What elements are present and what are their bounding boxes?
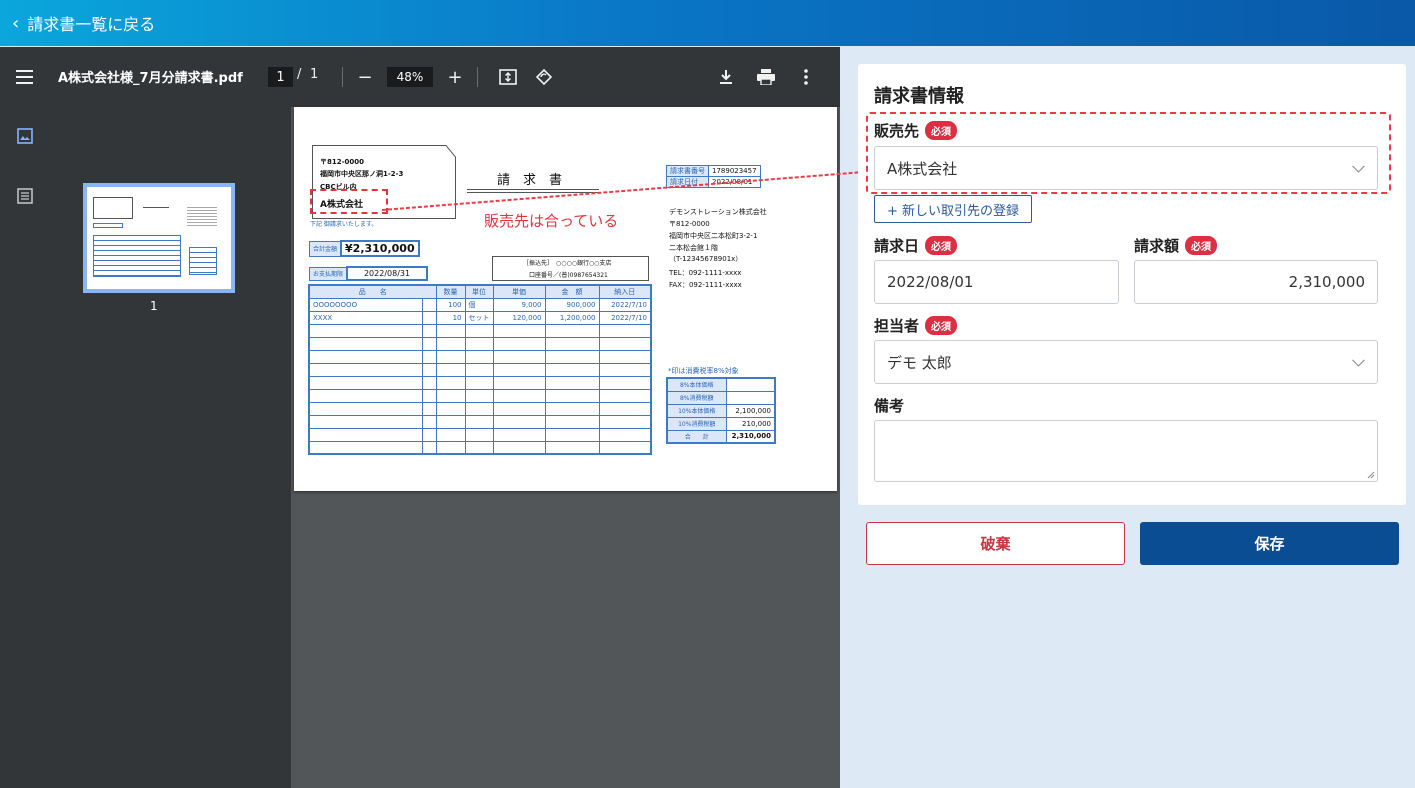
page-thumbnail[interactable] [83,183,235,293]
table-row [308,336,652,351]
table-row [308,414,652,429]
zoom-level[interactable]: 48% [387,67,433,87]
chevron-down-icon [1352,353,1365,367]
table-row [308,362,652,377]
required-badge: 必須 [925,236,958,255]
annotation-connector [381,171,865,211]
invoice-items-table: 品 名 数量 単位 単価 金 額 納入日 OOOOOOOO 100 個 9,00… [308,284,652,455]
top-bar: ‹ 請求書一覧に戻る [0,0,1415,46]
invoice-bank-1: ［振込先］ ○○○○銀行○○支店 [523,260,612,267]
issuer-line-4: 二本松会館１階 [669,244,718,252]
outline-view-icon[interactable] [17,188,33,208]
thumbnail-sidebar: 1 [0,107,291,788]
resize-handle-icon[interactable] [1367,471,1375,479]
person-select[interactable]: デモ 太郎 [874,340,1378,384]
issuer-line-2: 〒812-0000 [669,220,710,228]
toolbar-divider [342,67,343,87]
back-link[interactable]: 請求書一覧に戻る [27,11,155,35]
file-name: A株式会社様_7月分請求書.pdf [58,71,243,86]
page-separator: / [297,67,302,82]
pdf-viewer: A株式会社様_7月分請求書.pdf 1 / 1 − 48% + 1 〒812-0… [0,47,840,788]
zoom-in-icon[interactable]: + [443,65,467,89]
memo-textarea[interactable] [874,420,1378,482]
required-badge: 必須 [925,316,958,335]
more-options-icon[interactable] [794,65,818,89]
required-badge: 必須 [1185,236,1218,255]
table-row [308,323,652,338]
memo-label: 備考 [874,397,905,415]
date-input[interactable]: 2022/08/01 [874,260,1119,304]
invoice-bank-2: 口座番号／(普)0987654321 [529,272,608,279]
new-partner-button[interactable]: + 新しい取引先の登録 [874,195,1032,223]
page-number-input[interactable]: 1 [268,67,293,87]
amount-input[interactable]: 2,310,000 [1134,260,1378,304]
issuer-line-7: FAX：092-1111-xxxx [669,281,742,289]
thumbnail-view-icon[interactable] [17,128,33,148]
toolbar-divider [477,67,478,87]
annotation-box [310,189,388,214]
thumbnail-page-number: 1 [150,299,158,313]
table-row [308,375,652,390]
fit-page-icon[interactable] [496,65,520,89]
table-row [308,388,652,403]
rotate-icon[interactable] [532,65,556,89]
issuer-line-3: 福岡市中央区二本松町3-2-1 [669,232,758,240]
table-row [308,440,652,455]
table-row [308,349,652,364]
form-title: 請求書情報 [874,86,964,107]
invoice-summary-table: 8%本体価格 8%消費税額 10%本体価格 2,100,000 10%消費税額 21… [666,377,776,444]
zoom-out-icon[interactable]: − [353,65,377,89]
chevron-left-icon[interactable]: ‹ [12,13,19,34]
table-row [308,427,652,442]
print-icon[interactable] [754,65,778,89]
invoice-greeting: 下記 御請求いたします。 [310,221,378,228]
amount-label: 請求額 必須 [1134,235,1218,256]
pdf-page: 〒812-0000 福岡市中央区那ノ洞1-2-3 CBCビル内 A株式会社 下記… [294,107,837,491]
download-icon[interactable] [714,65,738,89]
date-label: 請求日 必須 [874,235,958,256]
issuer-line-5: （T-12345678901x） [669,255,743,263]
pdf-toolbar: A株式会社様_7月分請求書.pdf 1 / 1 − 48% + [0,47,840,107]
menu-icon[interactable] [15,67,35,87]
invoice-due-box: お支払期限 2022/08/31 [309,266,429,281]
issuer-line-6: TEL：092-1111-xxxx [669,269,742,277]
invoice-postal: 〒812-0000 [320,158,364,166]
table-row [308,401,652,416]
discard-button[interactable]: 破棄 [866,522,1125,565]
person-label: 担当者 必須 [874,315,958,336]
save-button[interactable]: 保存 [1140,522,1399,565]
page-total: 1 [310,67,319,82]
invoice-total-box: 合計金額 ¥2,310,000 [309,240,420,257]
customer-highlight-box [866,112,1391,194]
invoice-tax-note: *印は消費税率8%対象 [668,367,739,375]
